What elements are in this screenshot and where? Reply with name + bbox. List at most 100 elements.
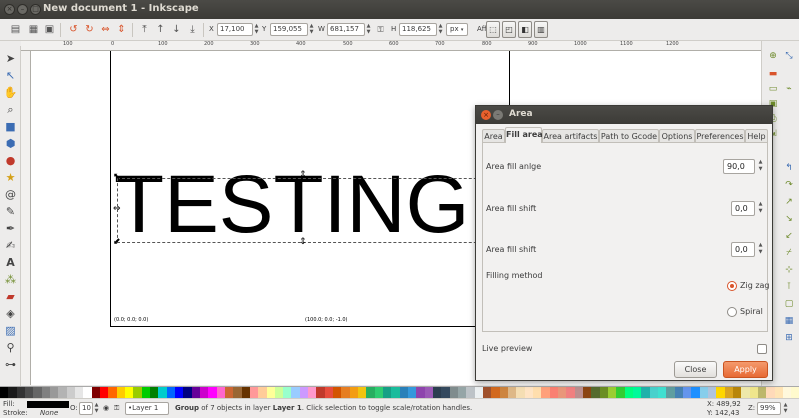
scale-handle-top[interactable]: ⇕ (299, 171, 307, 180)
spiral-radio[interactable] (727, 307, 737, 317)
affect-corners-button[interactable]: ◰ (502, 21, 516, 38)
pencil-tool[interactable]: ✎ (3, 204, 18, 219)
fill-shift-input[interactable]: 0,0 (731, 201, 755, 216)
color-swatch[interactable] (582, 387, 592, 398)
fill-shift-2-input[interactable]: 0,0 (731, 242, 755, 257)
open-button[interactable]: ▭ (766, 82, 780, 96)
zoom-spinner[interactable]: ▲ ▼ (782, 402, 789, 415)
color-swatch[interactable] (183, 387, 192, 398)
color-swatch[interactable] (533, 387, 542, 398)
color-swatch[interactable] (241, 387, 250, 398)
color-swatch[interactable] (682, 387, 692, 398)
zoom-tool[interactable]: ⌕ (3, 102, 18, 117)
layer-select[interactable]: •Layer 1 (125, 402, 169, 415)
color-swatch[interactable] (324, 387, 334, 398)
fill-swatch[interactable] (27, 401, 69, 408)
gradient-tool[interactable]: ▨ (3, 323, 18, 338)
node-tool[interactable]: ↖ (3, 68, 18, 83)
snap-cusp-button[interactable]: ↗ (782, 195, 796, 209)
color-swatch[interactable] (66, 387, 75, 398)
maximize-window-button[interactable]: □ (30, 4, 41, 15)
scale-handle-bottom[interactable]: ⇕ (299, 238, 307, 247)
y-field[interactable]: 159,055 (270, 23, 308, 36)
h-field[interactable]: 118,625 (399, 23, 437, 36)
calligraphy-tool[interactable]: ✍ (3, 238, 18, 253)
color-swatch[interactable] (433, 387, 442, 398)
color-swatch[interactable] (366, 387, 375, 398)
affect-gradients-button[interactable]: ◧ (518, 21, 532, 38)
color-swatch[interactable] (557, 387, 567, 398)
snap-toggle-button[interactable]: ⊕ (766, 49, 780, 63)
color-swatch[interactable] (599, 387, 608, 398)
color-swatch[interactable] (791, 387, 799, 398)
lock-ratio-button[interactable]: ⚿ (373, 22, 388, 37)
flip-vertical-button[interactable]: ⇕ (114, 22, 129, 37)
scale-handle-left[interactable]: ⇔ (113, 205, 121, 214)
x-field[interactable]: 17,100 (217, 23, 253, 36)
spray-tool[interactable]: ⁂ (3, 272, 18, 287)
color-swatch[interactable] (141, 387, 150, 398)
color-swatch[interactable] (99, 387, 109, 398)
color-swatch[interactable] (166, 387, 175, 398)
color-swatch[interactable] (449, 387, 459, 398)
affect-stroke-button[interactable]: ⬚ (486, 21, 500, 38)
color-swatch[interactable] (349, 387, 359, 398)
color-swatch[interactable] (83, 387, 92, 398)
tab-path-to-gcode[interactable]: Path to Gcode (599, 129, 659, 143)
tweak-tool[interactable]: ✋ (3, 85, 18, 100)
rectangle-tool[interactable]: ■ (3, 119, 18, 134)
color-swatch[interactable] (574, 387, 583, 398)
spiral-label[interactable]: Spiral (740, 307, 763, 316)
deselect-button[interactable]: ▣ (42, 22, 57, 37)
color-swatch[interactable] (724, 387, 733, 398)
h-spinner[interactable]: ▲ ▼ (437, 23, 444, 36)
color-swatch[interactable] (308, 387, 317, 398)
text-tool[interactable]: A (3, 255, 18, 270)
y-spinner[interactable]: ▲ ▼ (308, 23, 315, 36)
color-swatch[interactable] (208, 387, 217, 398)
fill-angle-spinner[interactable]: ▲ ▼ (756, 159, 765, 174)
color-swatch[interactable] (416, 387, 425, 398)
color-swatch[interactable] (374, 387, 384, 398)
color-swatch[interactable] (116, 387, 125, 398)
color-swatch[interactable] (441, 387, 450, 398)
3d-box-tool[interactable]: ⬢ (3, 136, 18, 151)
color-swatch[interactable] (516, 387, 525, 398)
tab-preferences[interactable]: Preferences (695, 129, 745, 143)
color-swatch[interactable] (8, 387, 17, 398)
color-swatch[interactable] (524, 387, 533, 398)
snap-guide-button[interactable]: ⊞ (782, 331, 796, 345)
snap-midpoint-button[interactable]: ↙ (782, 229, 796, 243)
color-swatch[interactable] (641, 387, 650, 398)
color-swatch[interactable] (399, 387, 409, 398)
tab-options[interactable]: Options (659, 129, 695, 143)
color-swatch[interactable] (358, 387, 367, 398)
lock-layer-icon[interactable]: ⚿ (114, 404, 119, 413)
horizontal-ruler[interactable]: 100 0 100 200 300 400 500 600 700 800 90… (21, 41, 761, 51)
color-swatch[interactable] (108, 387, 117, 398)
tab-area[interactable]: Area (482, 129, 505, 143)
snap-rotation-center-button[interactable]: ⊹ (782, 263, 796, 277)
color-swatch[interactable] (466, 387, 475, 398)
color-swatch[interactable] (699, 387, 708, 398)
visibility-icon[interactable]: ◉ (103, 404, 109, 412)
scale-handle-tl[interactable]: ⬉ (113, 173, 121, 182)
color-swatch[interactable] (149, 387, 159, 398)
paint-bucket-tool[interactable]: ◈ (3, 306, 18, 321)
color-swatch[interactable] (174, 387, 184, 398)
ellipse-tool[interactable]: ● (3, 153, 18, 168)
color-swatch[interactable] (691, 387, 700, 398)
x-spinner[interactable]: ▲ ▼ (253, 23, 260, 36)
color-swatch[interactable] (749, 387, 758, 398)
color-swatch[interactable] (716, 387, 725, 398)
color-swatch[interactable] (341, 387, 350, 398)
rotate-cw-button[interactable]: ↻ (82, 22, 97, 37)
color-swatch[interactable] (391, 387, 400, 398)
select-all-layers-button[interactable]: ▦ (26, 22, 41, 37)
spiral-tool[interactable]: @ (3, 187, 18, 202)
color-swatch[interactable] (233, 387, 242, 398)
fill-shift-2-spinner[interactable]: ▲ ▼ (756, 242, 765, 257)
color-swatch[interactable] (299, 387, 309, 398)
close-button[interactable]: Close (674, 361, 717, 378)
zigzag-radio[interactable] (727, 281, 737, 291)
